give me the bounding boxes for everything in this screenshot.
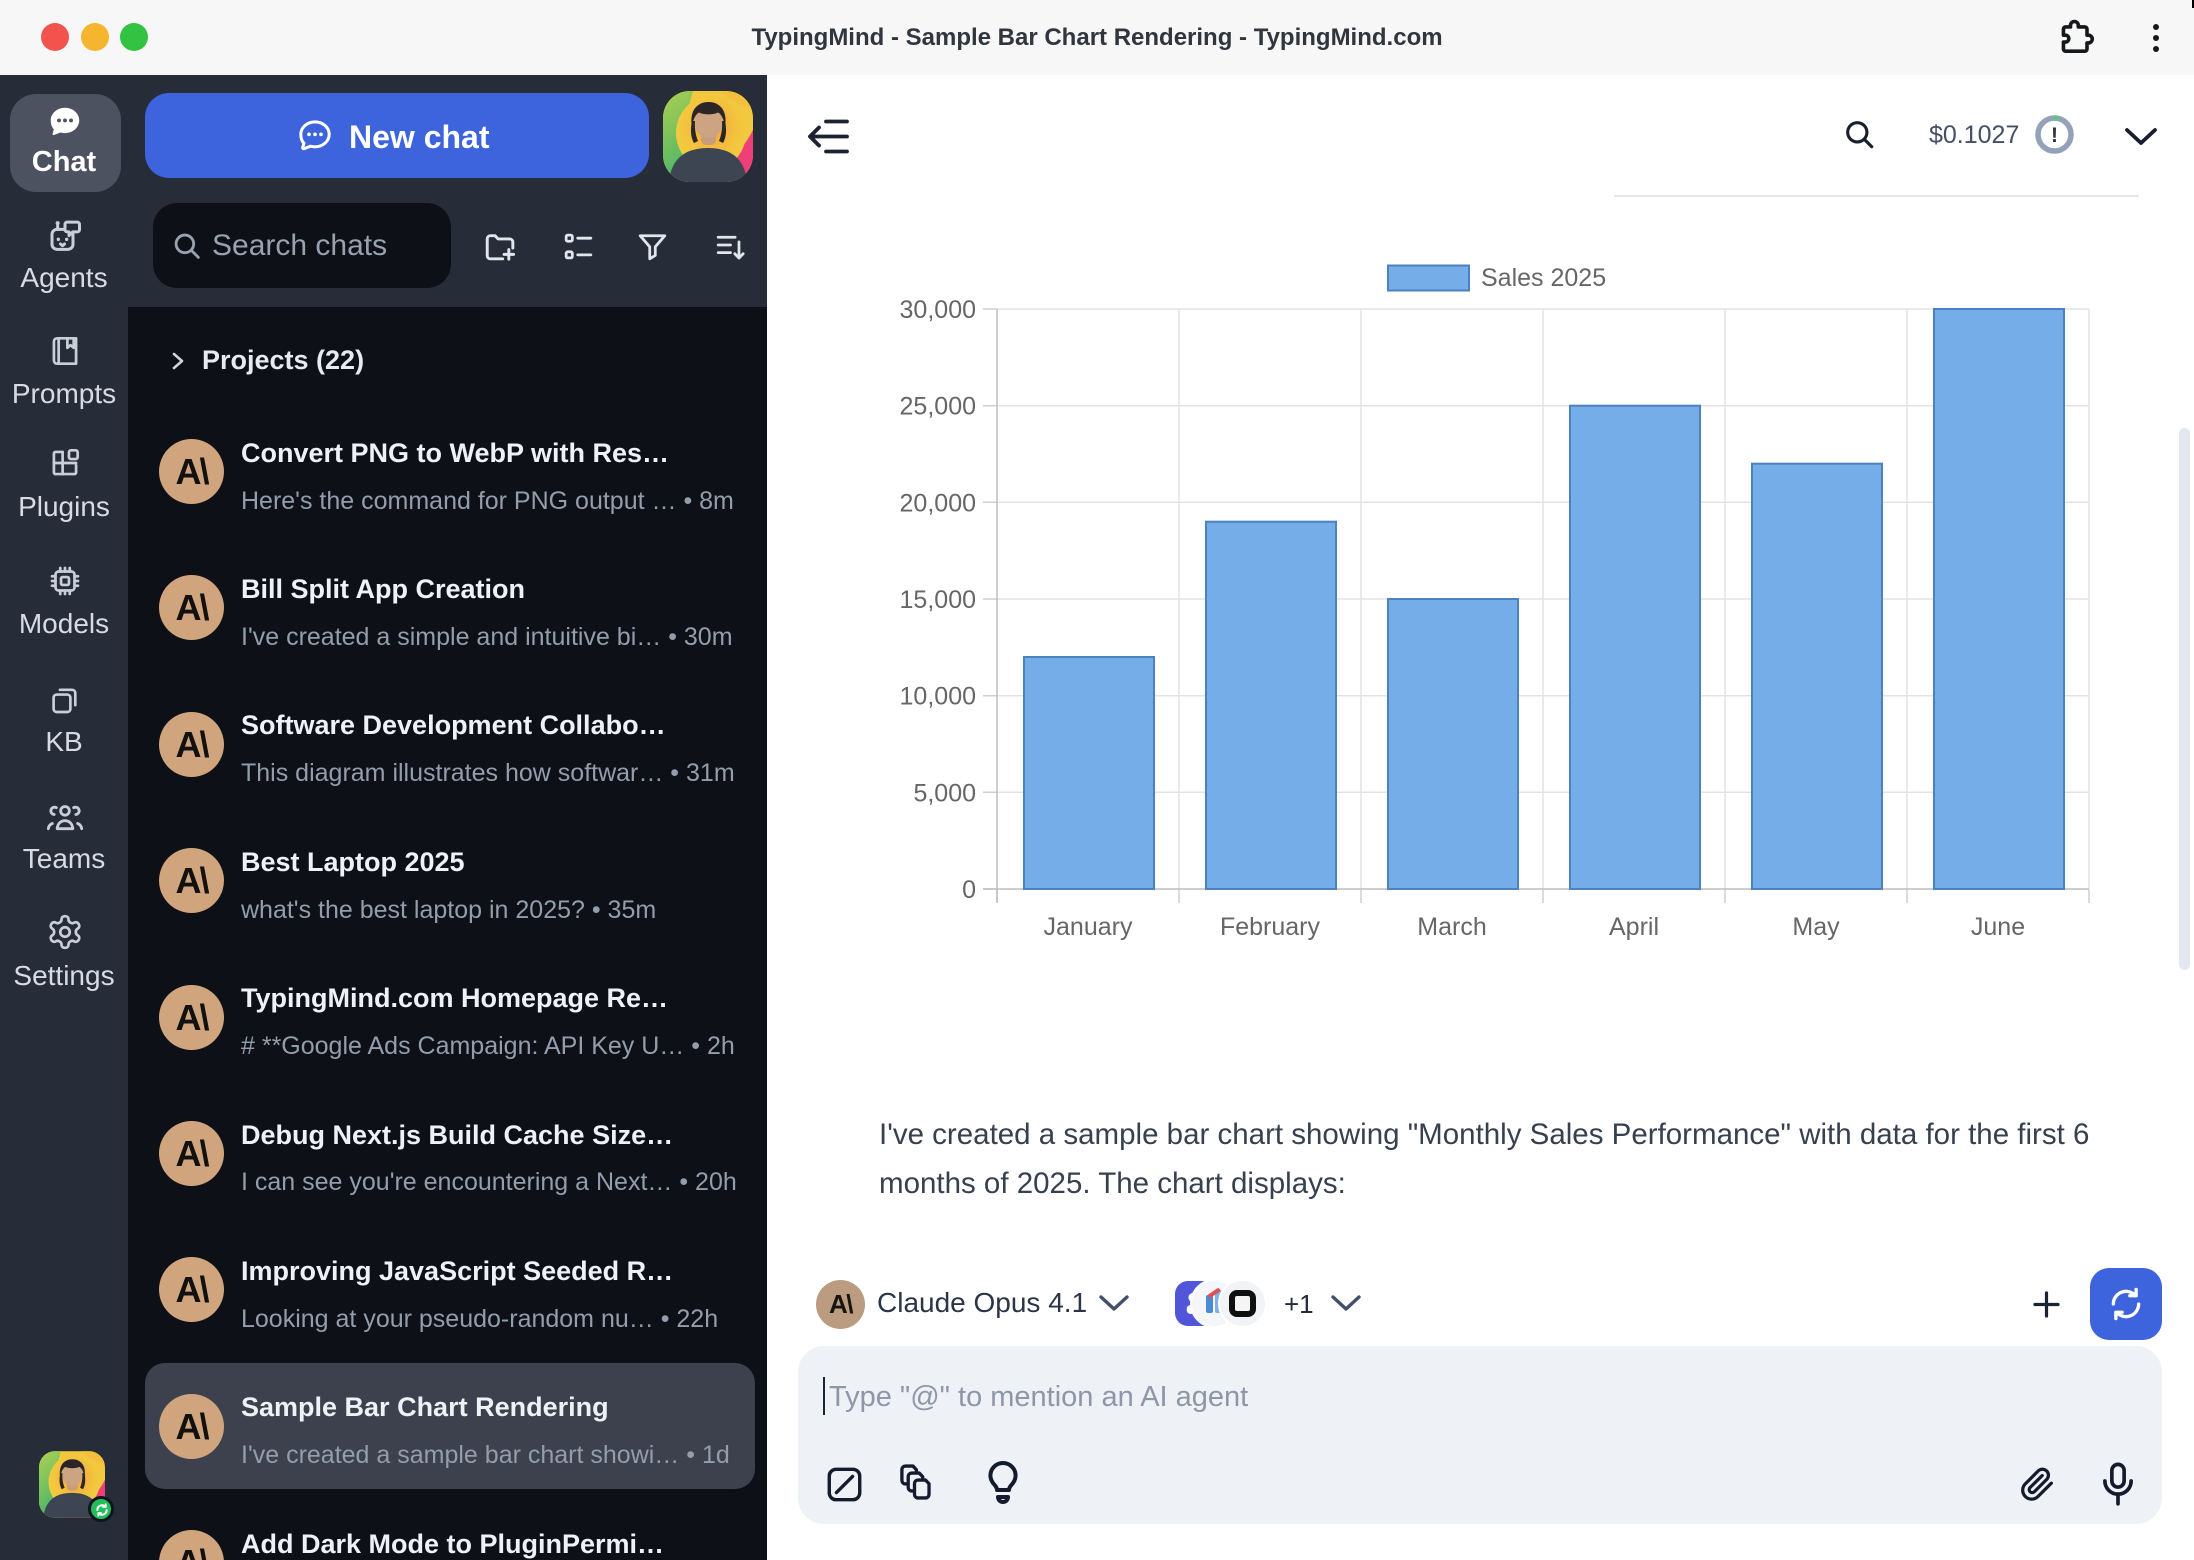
- svg-text:30,000: 30,000: [900, 296, 976, 324]
- svg-text:April: April: [1609, 913, 1659, 941]
- svg-text:10,000: 10,000: [900, 683, 976, 711]
- svg-text:25,000: 25,000: [900, 393, 976, 421]
- svg-text:5,000: 5,000: [913, 779, 976, 807]
- svg-text:June: June: [1971, 913, 2025, 941]
- svg-text:May: May: [1792, 913, 1840, 941]
- svg-text:January: January: [1044, 913, 1133, 941]
- svg-text:Sales 2025: Sales 2025: [1481, 264, 1606, 292]
- svg-text:0: 0: [962, 876, 976, 904]
- svg-text:March: March: [1417, 913, 1486, 941]
- svg-text:February: February: [1220, 913, 1321, 941]
- svg-text:20,000: 20,000: [900, 489, 976, 517]
- svg-text:15,000: 15,000: [900, 586, 976, 614]
